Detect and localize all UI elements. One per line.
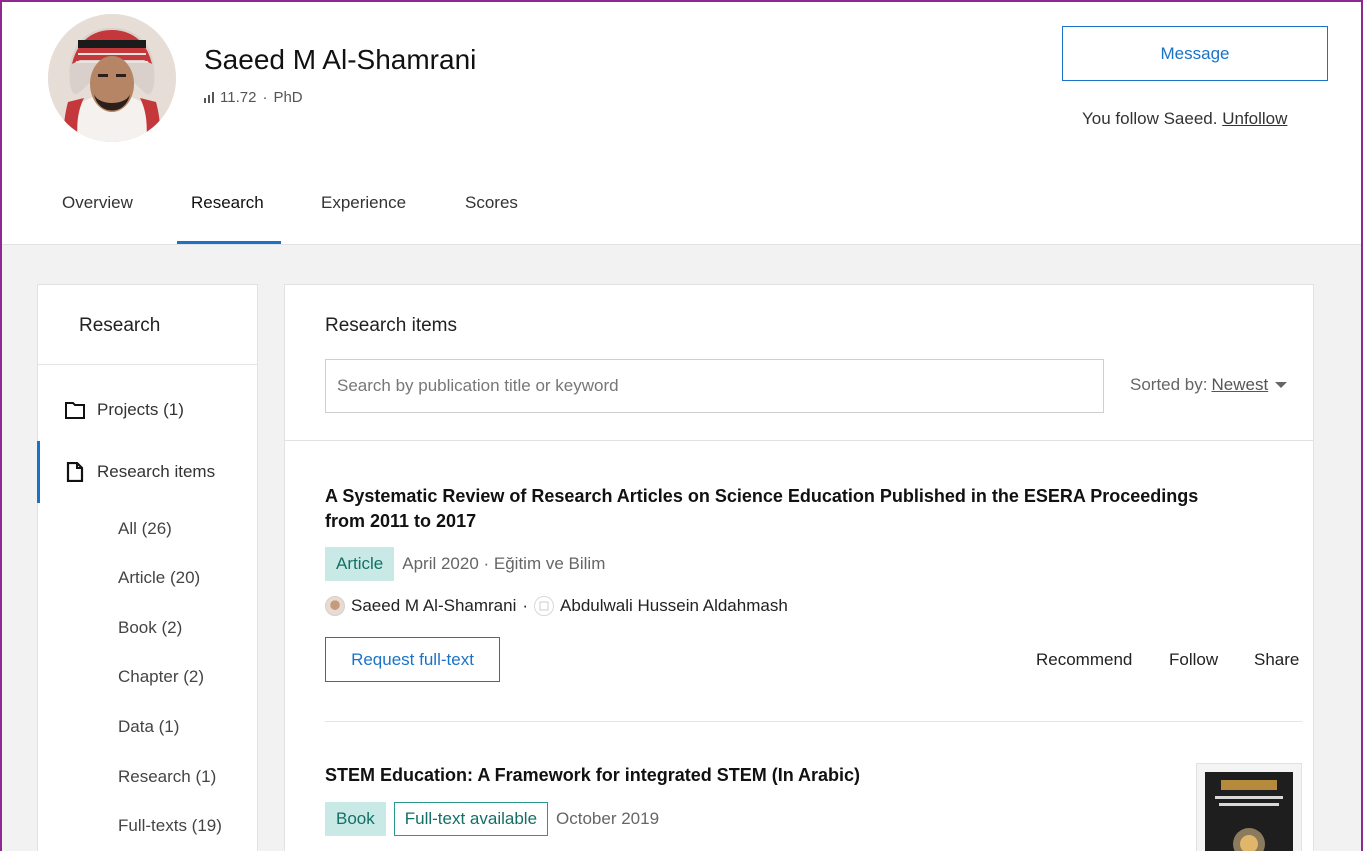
profile-meta: 11.72 · PhD — [204, 89, 303, 106]
sidebar-subitem-chapter[interactable]: Chapter (2) — [118, 667, 204, 687]
item-title-line: from 2011 to 2017 — [325, 511, 477, 531]
profile-score: 11.72 — [220, 89, 257, 106]
follow-status-text: You follow Saeed. — [1082, 109, 1218, 128]
unfollow-link[interactable]: Unfollow — [1222, 109, 1287, 128]
book-cover-image — [1205, 772, 1293, 851]
sidebar-subitem-full-texts[interactable]: Full-texts (19) — [118, 816, 222, 836]
sort-label: Sorted by: — [1130, 375, 1208, 394]
sidebar-active-indicator — [37, 441, 40, 503]
full-text-badge: Full-text available — [393, 802, 549, 836]
author-link[interactable]: Saeed M Al-Shamrani — [351, 596, 516, 616]
sidebar-divider — [38, 364, 257, 365]
item-divider — [325, 721, 1302, 722]
item-type-badge: Article — [325, 547, 395, 581]
book-cover-thumbnail[interactable] — [1196, 763, 1302, 851]
share-button[interactable]: Share — [1254, 650, 1299, 670]
sidebar-item-research-items[interactable]: Research items — [65, 462, 215, 482]
item-meta: October 2019 — [556, 809, 660, 828]
sort-control[interactable]: Sorted by: Newest — [1130, 375, 1288, 395]
sidebar-subitem-article[interactable]: Article (20) — [118, 568, 200, 588]
item-title-link[interactable]: A Systematic Review of Research Articles… — [325, 484, 1198, 534]
panel-title: Research items — [325, 315, 457, 336]
author-avatar — [325, 596, 345, 616]
profile-name: Saeed M Al-Shamrani — [204, 44, 477, 75]
research-sidebar: Research Projects (1) Research items All… — [37, 284, 258, 851]
tab-experience[interactable]: Experience — [321, 180, 406, 245]
document-icon — [66, 462, 84, 482]
sidebar-subitem-research[interactable]: Research (1) — [118, 767, 216, 787]
item-badges: Article April 2020 · Eğitim ve Bilim — [325, 547, 605, 581]
caret-down-icon[interactable] — [1275, 382, 1288, 388]
sidebar-subitem-all[interactable]: All (26) — [118, 519, 172, 539]
profile-header: Saeed M Al-Shamrani 11.72 · PhD Message … — [0, 0, 1363, 245]
tab-overview[interactable]: Overview — [62, 180, 133, 245]
sort-value[interactable]: Newest — [1212, 375, 1269, 395]
sidebar-title: Research — [79, 315, 161, 336]
tab-research[interactable]: Research — [191, 180, 264, 245]
panel-divider — [285, 440, 1313, 441]
item-title-link[interactable]: STEM Education: A Framework for integrat… — [325, 763, 860, 788]
tab-scores[interactable]: Scores — [465, 180, 518, 245]
message-button[interactable]: Message — [1062, 26, 1328, 81]
recommend-button[interactable]: Recommend — [1036, 650, 1132, 670]
sidebar-item-label: Projects (1) — [97, 400, 184, 419]
item-meta: April 2020 · Eğitim ve Bilim — [402, 554, 606, 573]
author-placeholder-icon — [534, 596, 555, 616]
score-bars-icon — [204, 92, 214, 103]
profile-tabs: Overview Research Experience Scores — [0, 180, 1363, 245]
follow-button[interactable]: Follow — [1169, 650, 1218, 670]
item-title-line: A Systematic Review of Research Articles… — [325, 486, 1199, 506]
sidebar-item-label: Research items — [97, 462, 216, 481]
item-type-badge: Book — [325, 802, 386, 836]
follow-status: You follow Saeed. Unfollow — [1082, 109, 1287, 129]
item-badges: Book Full-text available October 2019 — [325, 802, 659, 836]
folder-icon — [65, 402, 85, 419]
author-separator: · — [522, 596, 529, 615]
author-link[interactable]: Abdulwali Hussein Aldahmash — [560, 596, 788, 616]
request-full-text-button[interactable]: Request full-text — [325, 637, 500, 682]
sidebar-item-projects[interactable]: Projects (1) — [65, 400, 184, 420]
profile-avatar[interactable] — [48, 14, 176, 142]
sidebar-subitem-book[interactable]: Book (2) — [118, 618, 182, 638]
research-items-panel: Research items Sorted by: Newest A Syste… — [284, 284, 1314, 851]
item-authors: Saeed M Al-Shamrani · Abdulwali Hussein … — [325, 596, 788, 616]
profile-degree: PhD — [273, 89, 303, 106]
meta-separator: · — [262, 89, 268, 106]
publication-search-input[interactable] — [325, 359, 1104, 413]
active-tab-indicator — [177, 241, 281, 244]
avatar-image — [48, 14, 176, 142]
sidebar-subitem-data[interactable]: Data (1) — [118, 717, 179, 737]
